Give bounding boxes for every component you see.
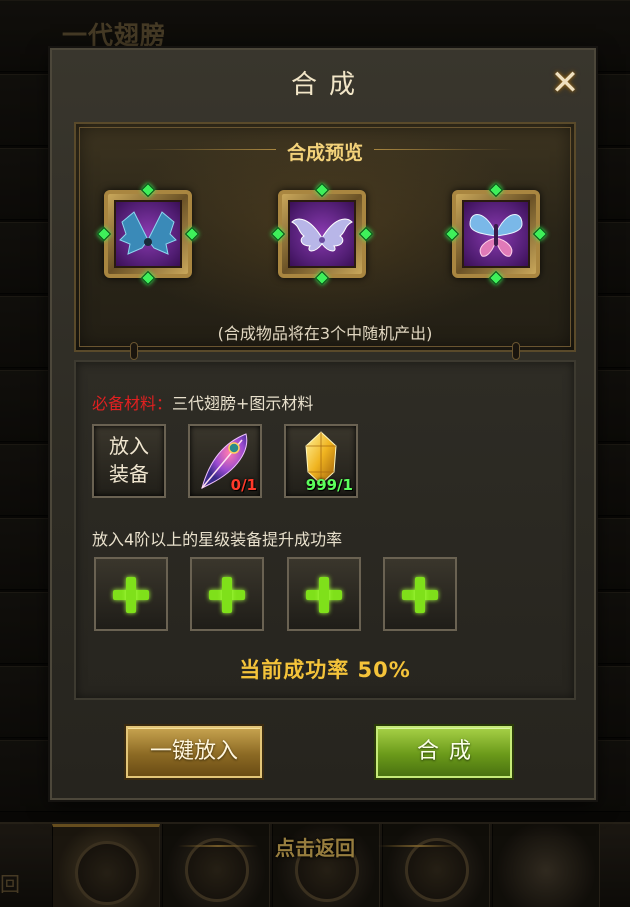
success-rate-hint: 放入4阶以上的星级装备提升成功率 [92, 530, 343, 549]
material-slot-feather[interactable]: 0/1 [188, 424, 262, 498]
preview-item-1[interactable] [96, 182, 200, 286]
preview-heading: 合成预览 [286, 142, 363, 164]
add-equipment-slot-4[interactable] [383, 557, 457, 631]
item-count: 0/1 [230, 476, 257, 494]
panel-pin [130, 342, 138, 360]
combine-dialog: 合成 ✕ 合成预览 (合成物品将在3个中随机产出) 必备材料：三代翅膀+图示材料… [50, 48, 596, 800]
required-materials-line: 必备材料：三代翅膀+图示材料 [92, 390, 313, 414]
current-success-rate: 当前成功率 50% [239, 658, 411, 682]
auto-fill-button[interactable]: 一键放入 [126, 726, 262, 778]
required-materials-label: 必备材料： [92, 394, 173, 413]
material-slot-crystal[interactable]: 999/1 [284, 424, 358, 498]
slot-label-line-2: 装备 [109, 462, 149, 486]
slot-label: 放入 装备 [94, 432, 164, 488]
put-in-equipment-slot[interactable]: 放入 装备 [92, 424, 166, 498]
add-equipment-slot-1[interactable] [94, 557, 168, 631]
close-icon[interactable]: ✕ [548, 66, 582, 100]
add-equipment-slot-2[interactable] [190, 557, 264, 631]
add-equipment-slot-3[interactable] [287, 557, 361, 631]
combine-button[interactable]: 合成 [376, 726, 512, 778]
required-materials-value: 三代翅膀+图示材料 [172, 394, 314, 413]
item-count: 999/1 [305, 476, 353, 494]
materials-panel: 必备材料：三代翅膀+图示材料 放入 装备 0/1 999/1 放入4阶以上的星级… [74, 360, 576, 700]
dark-bat-wings-icon [119, 211, 177, 255]
preview-item-3[interactable] [444, 182, 548, 286]
preview-note: (合成物品将在3个中随机产出) [217, 324, 433, 343]
white-feather-wings-icon [291, 218, 353, 252]
panel-pin [512, 342, 520, 360]
dialog-title: 合成 [290, 70, 367, 100]
combine-preview-panel: 合成预览 (合成物品将在3个中随机产出) [74, 122, 576, 352]
butterfly-wings-icon [469, 214, 523, 257]
slot-label-line-1: 放入 [109, 434, 149, 458]
preview-item-2[interactable] [270, 182, 374, 286]
